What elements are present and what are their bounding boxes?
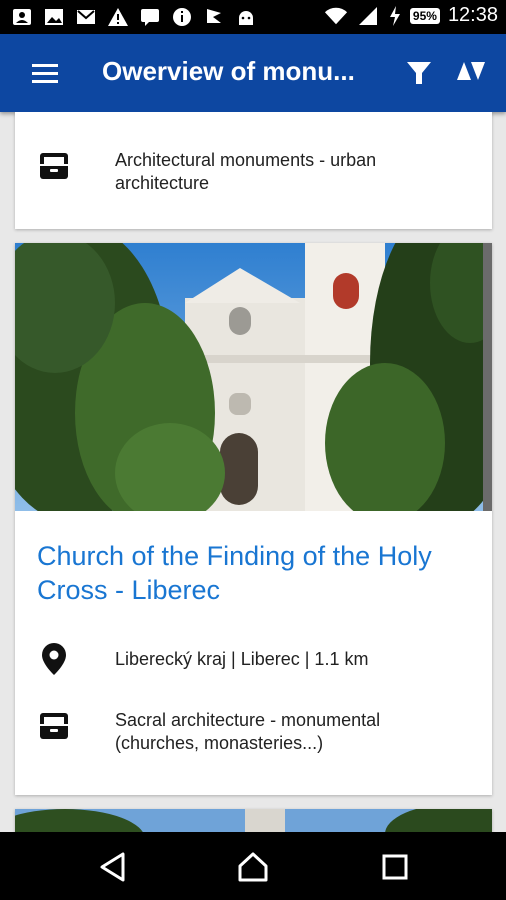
monument-card[interactable]: Architectural monuments - urban architec… [15,112,492,229]
monument-photo[interactable] [15,809,492,832]
back-icon[interactable] [96,850,130,884]
sort-icon[interactable] [456,58,490,88]
battery-level: 95% [409,7,440,24]
contacts-icon [10,6,34,28]
category-text: Sacral architecture - monumental (church… [115,710,381,753]
app-bar: Owerview of monu... [0,34,506,112]
monument-list[interactable]: Architectural monuments - urban architec… [0,112,506,832]
archive-box-icon [37,149,71,183]
wifi-icon [324,5,348,27]
category-text: Architectural monuments - urban architec… [115,150,377,193]
monument-card[interactable] [15,809,492,832]
page-title: Owerview of monu... [102,56,355,86]
image-icon [42,6,66,28]
menu-icon[interactable] [30,58,60,88]
monument-card[interactable]: Church of the Finding of the Holy Cross … [15,243,492,795]
church-photo[interactable] [15,243,492,511]
signal-icon [356,5,380,27]
monument-title-link[interactable]: Church of the Finding of the Holy Cross … [37,539,477,607]
gmail-icon [74,6,98,28]
message-icon [138,6,162,28]
navigation-bar [0,832,506,900]
charging-icon [388,5,402,27]
location-pin-icon [37,642,71,676]
status-bar: 95% 12:38 [0,0,506,34]
warning-icon [106,6,130,28]
filter-icon[interactable] [404,58,438,88]
location-text: Liberecký kraj | Liberec | 1.1 km [115,649,369,669]
flag-icon [202,6,226,28]
recent-apps-icon[interactable] [378,850,412,884]
info-icon [170,6,194,28]
archive-box-icon [37,709,71,743]
android-icon [234,6,258,28]
clock: 12:38 [447,4,498,26]
home-icon[interactable] [236,850,270,884]
